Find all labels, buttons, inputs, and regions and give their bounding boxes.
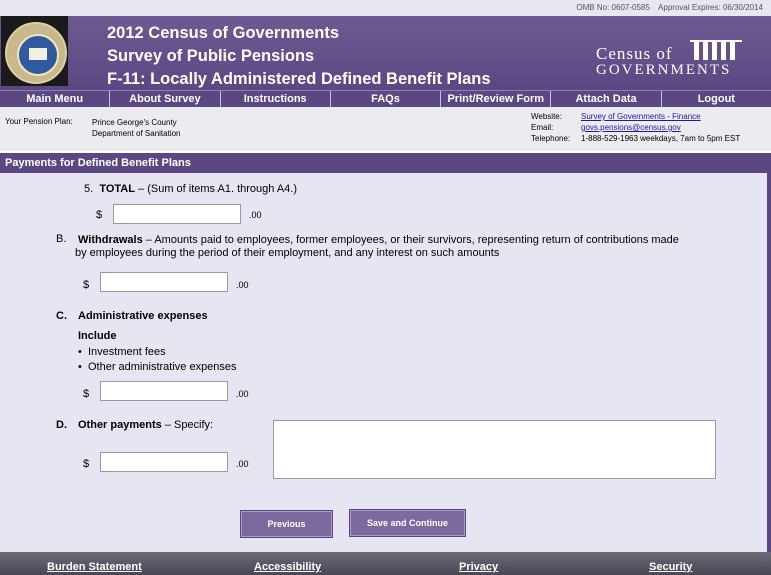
header-banner: 2012 Census of Governments Survey of Pub… xyxy=(0,16,771,90)
title-form: F-11: Locally Administered Defined Benef… xyxy=(107,70,491,88)
bullet-other-admin: • Other administrative expenses xyxy=(78,361,237,373)
email-link[interactable]: govs.pensions@census.gov xyxy=(581,123,681,132)
logo-line2: GOVERNMENTS xyxy=(596,62,732,78)
plan-line2: Department of Sanitation xyxy=(92,129,181,138)
footer-burden-statement-link[interactable]: Burden Statement xyxy=(47,561,142,573)
nav-instructions[interactable]: Instructions xyxy=(221,91,331,108)
item-d-letter: D. xyxy=(56,419,67,431)
previous-button[interactable]: Previous xyxy=(240,510,333,538)
withdrawals-label: Withdrawals – Amounts paid to employees,… xyxy=(78,234,679,246)
pension-plan-name: Prince George's County Department of San… xyxy=(92,117,181,139)
footer-bar: Burden Statement Accessibility Privacy S… xyxy=(0,552,771,575)
nav-faqs[interactable]: FAQs xyxy=(331,91,442,108)
currency-sign: $ xyxy=(83,279,90,291)
currency-sign: $ xyxy=(96,209,103,221)
nav-main-menu[interactable]: Main Menu xyxy=(0,91,111,108)
telephone-value: 1-888-529-1963 weekdays, 7am to 5pm EST xyxy=(581,134,741,143)
plan-info-bar: Your Pension Plan: Prince George's Count… xyxy=(0,107,771,151)
cents-label: .00 xyxy=(249,210,262,220)
total-label: 5. TOTAL – (Sum of items A1. through A4.… xyxy=(84,183,297,195)
nav-about-survey[interactable]: About Survey xyxy=(110,91,221,108)
main-nav: Main Menu About Survey Instructions FAQs… xyxy=(0,90,771,108)
admin-expenses-amount-input[interactable] xyxy=(100,381,228,401)
contact-info: Website: Survey of Governments - Finance … xyxy=(531,111,740,144)
include-label: Include xyxy=(78,330,117,342)
plan-line1: Prince George's County xyxy=(92,118,177,127)
nav-print-review-form[interactable]: Print/Review Form xyxy=(441,91,552,108)
footer-accessibility-link[interactable]: Accessibility xyxy=(254,561,321,573)
cents-label: .00 xyxy=(236,389,249,399)
seal-building-icon xyxy=(29,48,47,60)
currency-sign: $ xyxy=(83,388,90,400)
other-payments-label: Other payments – Specify: xyxy=(78,419,214,431)
email-label: Email: xyxy=(531,123,554,132)
other-payments-amount-input[interactable] xyxy=(100,452,228,472)
bullet-investment-fees: • Investment fees xyxy=(78,346,166,358)
footer-security-link[interactable]: Security xyxy=(649,561,692,573)
other-payments-specify-textarea[interactable] xyxy=(273,420,716,479)
cents-label: .00 xyxy=(236,280,249,290)
nav-logout[interactable]: Logout xyxy=(662,91,771,108)
footer-privacy-link[interactable]: Privacy xyxy=(459,561,498,573)
save-and-continue-button[interactable]: Save and Continue xyxy=(349,509,466,537)
item-c-letter: C. xyxy=(56,310,67,322)
telephone-label: Telephone: xyxy=(531,134,571,143)
omb-number: OMB No: 0607-0585 xyxy=(576,3,650,12)
item-b-letter: B. xyxy=(56,233,67,245)
withdrawals-amount-input[interactable] xyxy=(100,272,228,292)
survey-titles: 2012 Census of Governments Survey of Pub… xyxy=(107,22,491,91)
total-amount-input[interactable] xyxy=(113,204,241,224)
seal-ring xyxy=(5,22,67,84)
columns-building-icon xyxy=(690,34,742,64)
admin-expenses-label: Administrative expenses xyxy=(78,310,208,322)
title-census: 2012 Census of Governments xyxy=(107,24,339,42)
nav-attach-data[interactable]: Attach Data xyxy=(551,91,662,108)
section-title: Payments for Defined Benefit Plans xyxy=(5,157,191,169)
pension-plan-label: Your Pension Plan: xyxy=(5,117,73,126)
website-link[interactable]: Survey of Governments - Finance xyxy=(581,112,701,121)
omb-info: OMB No: 0607-0585 Approval Expires: 06/3… xyxy=(570,3,763,12)
title-survey: Survey of Public Pensions xyxy=(107,47,315,65)
commerce-seal-logo xyxy=(1,16,68,86)
top-strip: OMB No: 0607-0585 Approval Expires: 06/3… xyxy=(0,0,771,16)
website-label: Website: xyxy=(531,112,562,121)
currency-sign: $ xyxy=(83,458,90,470)
section-header: Payments for Defined Benefit Plans xyxy=(0,153,771,173)
cents-label: .00 xyxy=(236,459,249,469)
withdrawals-desc: by employees during the period of their … xyxy=(75,247,500,259)
seal-center xyxy=(17,34,59,76)
form-content: 5. TOTAL – (Sum of items A1. through A4.… xyxy=(0,173,771,552)
approval-expires: Approval Expires: 06/30/2014 xyxy=(658,3,763,12)
